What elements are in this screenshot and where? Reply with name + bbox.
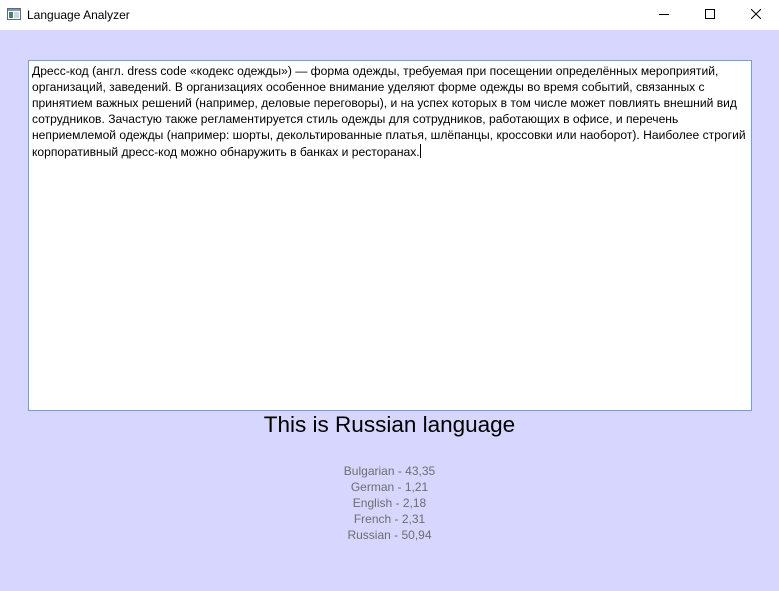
text-input-area[interactable]: Дресс-код (англ. dress code «кодекс одеж… xyxy=(28,60,752,411)
detected-language-label: This is Russian language xyxy=(263,412,516,437)
close-icon xyxy=(750,6,762,24)
minimize-icon xyxy=(659,6,669,24)
score-russian: Russian - 50,94 xyxy=(347,528,432,542)
window-title: Language Analyzer xyxy=(27,8,130,22)
text-caret xyxy=(419,143,421,158)
score-english: English - 2,18 xyxy=(352,496,427,510)
score-french: French - 2,31 xyxy=(353,512,426,526)
app-window: Language Analyzer Дресс-код (англ. dress… xyxy=(0,0,779,591)
maximize-button[interactable] xyxy=(687,0,733,30)
score-german: German - 1,21 xyxy=(350,480,429,494)
close-button[interactable] xyxy=(733,0,779,30)
language-scores-list: Bulgarian - 43,35 German - 1,21 English … xyxy=(0,463,779,543)
score-bulgarian: Bulgarian - 43,35 xyxy=(343,464,436,478)
input-text: Дресс-код (англ. dress code «кодекс одеж… xyxy=(32,64,749,159)
text-input-content[interactable]: Дресс-код (англ. dress code «кодекс одеж… xyxy=(32,64,748,160)
minimize-button[interactable] xyxy=(641,0,687,30)
window-app-icon[interactable] xyxy=(7,7,21,21)
maximize-icon xyxy=(705,6,715,24)
title-bar[interactable]: Language Analyzer xyxy=(0,0,779,30)
